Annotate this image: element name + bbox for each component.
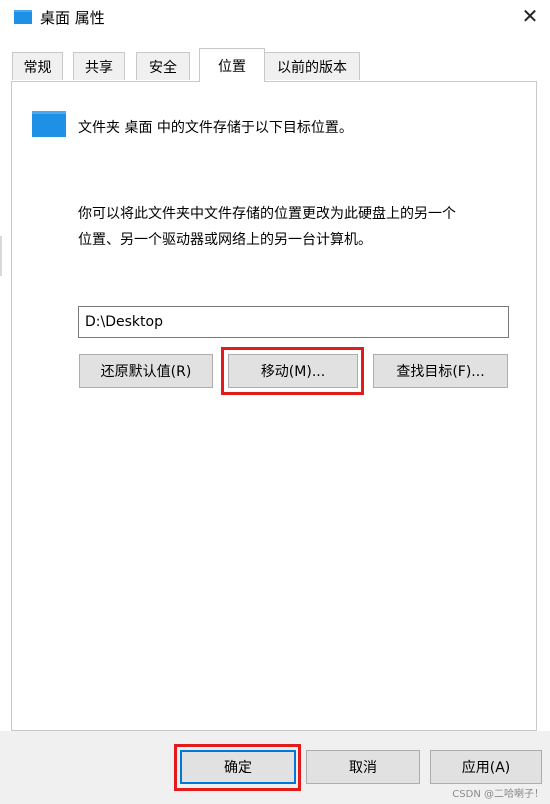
find-target-button[interactable]: 查找目标(F)... <box>373 354 508 388</box>
tab-general[interactable]: 常规 <box>12 52 63 80</box>
tab-label: 以前的版本 <box>277 59 347 76</box>
folder-icon <box>32 111 66 137</box>
close-icon: ✕ <box>521 4 539 28</box>
title-bar: 桌面 属性 ✕ <box>0 0 550 34</box>
tab-label: 共享 <box>85 59 113 76</box>
tab-label: 安全 <box>149 59 177 76</box>
move-button[interactable]: 移动(M)... <box>228 354 358 388</box>
watermark: CSDN @二哈喇子！ <box>452 789 544 800</box>
location-description: 你可以将此文件夹中文件存储的位置更改为此硬盘上的另一个 <box>78 206 456 222</box>
tab-label: 常规 <box>23 59 52 76</box>
folder-icon <box>14 10 32 24</box>
location-description: 位置、另一个驱动器或网络上的另一台计算机。 <box>78 232 372 248</box>
tab-sharing[interactable]: 共享 <box>73 52 125 80</box>
tab-label: 位置 <box>218 58 246 75</box>
window-edge <box>0 236 2 276</box>
tab-panel-location <box>11 81 537 731</box>
tab-location[interactable]: 位置 <box>199 48 265 82</box>
ok-button[interactable]: 确定 <box>180 750 296 784</box>
restore-default-button[interactable]: 还原默认值(R) <box>79 354 213 388</box>
location-info-text: 文件夹 桌面 中的文件存储于以下目标位置。 <box>78 120 353 136</box>
tab-previous-versions[interactable]: 以前的版本 <box>264 52 360 80</box>
window-title: 桌面 属性 <box>40 9 105 27</box>
cancel-button[interactable]: 取消 <box>306 750 420 784</box>
tab-security[interactable]: 安全 <box>136 52 190 80</box>
close-button[interactable]: ✕ <box>515 2 545 30</box>
target-path-input[interactable] <box>78 306 509 338</box>
apply-button[interactable]: 应用(A) <box>430 750 542 784</box>
